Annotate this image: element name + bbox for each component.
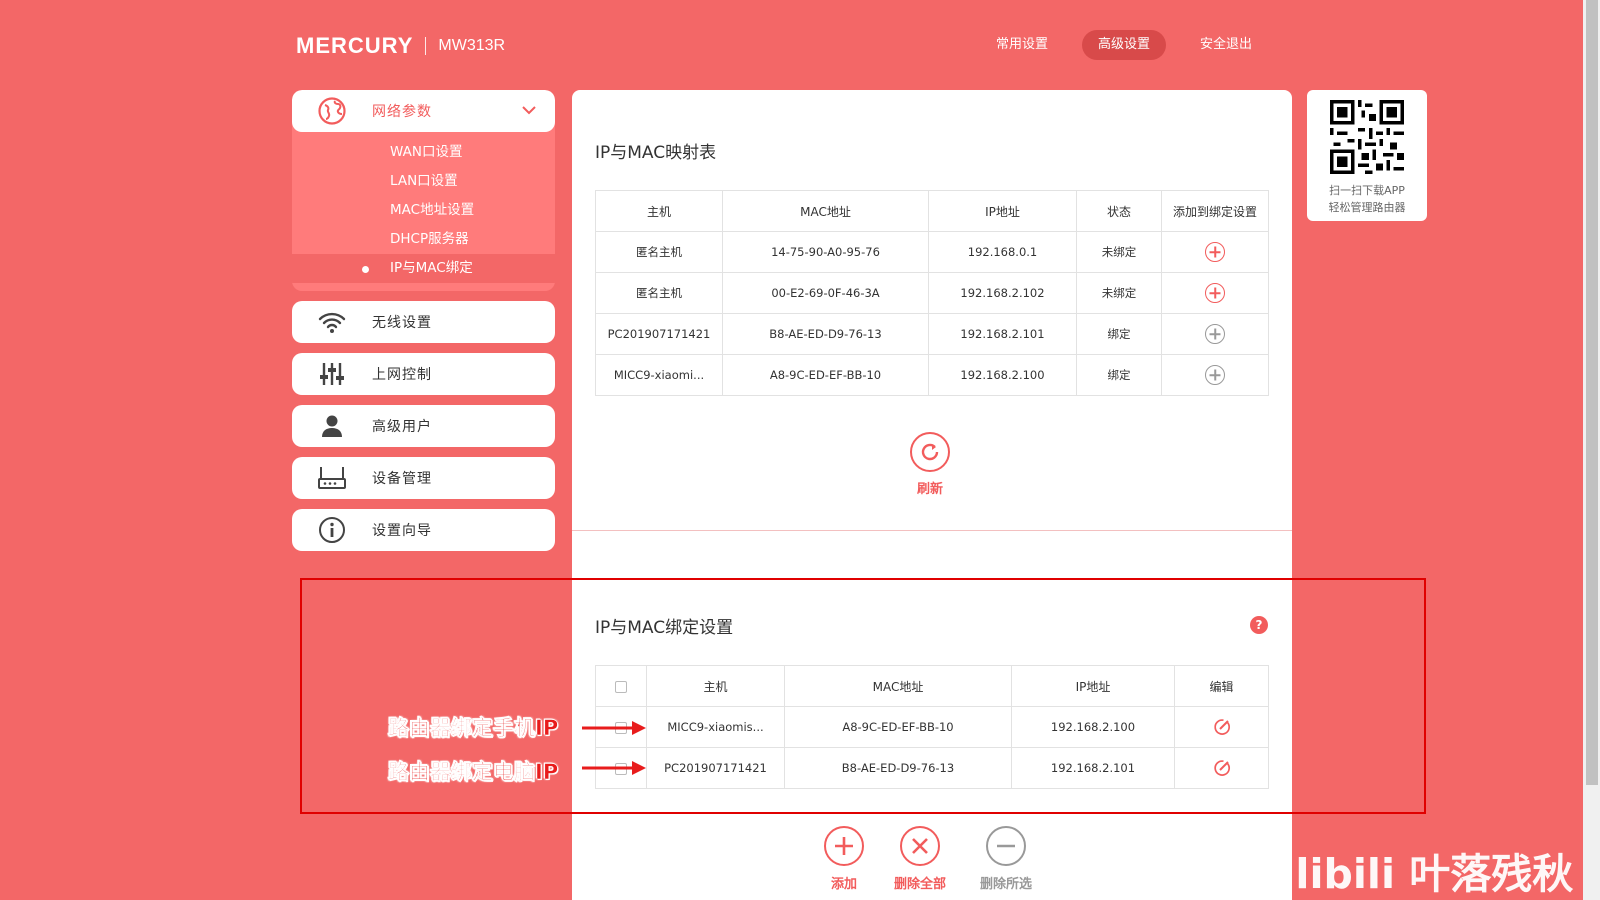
cell-status: 未绑定 <box>1076 231 1162 273</box>
info-icon <box>292 516 372 544</box>
cell-host: PC201907171421 <box>595 313 723 355</box>
active-dot-icon <box>362 266 369 273</box>
router-icon <box>292 465 372 491</box>
chevron-down-icon[interactable] <box>521 102 537 122</box>
sidebar-item-label: 无线设置 <box>372 315 432 331</box>
sidebar-item-mac[interactable]: MAC地址设置 <box>292 196 555 225</box>
user-icon <box>292 414 372 438</box>
refresh-label: 刷新 <box>916 482 943 497</box>
minus-icon <box>986 826 1026 866</box>
globe-icon <box>292 96 372 126</box>
submenu: WAN口设置 LAN口设置 MAC地址设置 DHCP服务器 IP与MAC绑定 <box>292 132 555 291</box>
sidebar-item-network-params[interactable]: 网络参数 <box>292 90 555 132</box>
scrollbar-thumb[interactable] <box>1586 0 1598 785</box>
cell-ip: 192.168.2.101 <box>928 313 1077 355</box>
cell-ip: 192.168.2.102 <box>928 272 1077 314</box>
section-divider <box>572 530 1292 531</box>
add-binding-icon[interactable] <box>1205 242 1225 262</box>
sidebar-item-label: 网络参数 <box>372 104 432 120</box>
sidebar-item-device-mgmt[interactable]: 设备管理 <box>292 457 555 499</box>
annotation-pc-label: 路由器绑定电脑IP <box>388 760 559 785</box>
sidebar-item-wan[interactable]: WAN口设置 <box>292 138 555 167</box>
annotation-phone-label: 路由器绑定手机IP <box>388 716 559 741</box>
sidebar-item-label: 设备管理 <box>372 471 432 487</box>
col-add-to-binding: 添加到绑定设置 <box>1161 190 1269 232</box>
brand-logo: MERCURY <box>296 33 414 58</box>
sidebar-item-label: IP与MAC绑定 <box>390 260 473 276</box>
nav-logout[interactable]: 安全退出 <box>1184 30 1268 60</box>
arrow-right-icon <box>582 761 646 775</box>
cell-mac: B8-AE-ED-D9-76-13 <box>722 313 929 355</box>
cell-status: 未绑定 <box>1076 272 1162 314</box>
close-icon <box>900 826 940 866</box>
refresh-button[interactable]: 刷新 <box>910 432 950 497</box>
table-row: 匿名主机 00-E2-69-0F-46-3A 192.168.2.102 未绑定 <box>595 272 1269 314</box>
sidebar-item-ip-mac-binding[interactable]: IP与MAC绑定 <box>292 254 555 283</box>
col-host: 主机 <box>595 190 723 232</box>
delete-all-button[interactable]: 删除全部 <box>894 826 946 892</box>
cell-ip: 192.168.0.1 <box>928 231 1077 273</box>
col-ip: IP地址 <box>928 190 1077 232</box>
sidebar-item-dhcp[interactable]: DHCP服务器 <box>292 225 555 254</box>
sidebar: 网络参数 WAN口设置 LAN口设置 MAC地址设置 DHCP服务器 IP与MA… <box>292 90 555 561</box>
brand: MERCURY MW313R <box>296 33 505 59</box>
top-nav: 常用设置 高级设置 安全退出 <box>980 30 1286 60</box>
model-name: MW313R <box>438 37 506 54</box>
sidebar-group-network: 网络参数 WAN口设置 LAN口设置 MAC地址设置 DHCP服务器 IP与MA… <box>292 90 555 291</box>
sidebar-item-setup-wizard[interactable]: 设置向导 <box>292 509 555 551</box>
cell-host: 匿名主机 <box>595 231 723 273</box>
cell-mac: A8-9C-ED-EF-BB-10 <box>722 354 929 396</box>
qr-code-icon <box>1330 100 1404 174</box>
sidebar-item-wireless[interactable]: 无线设置 <box>292 301 555 343</box>
add-binding-icon[interactable] <box>1205 283 1225 303</box>
arrow-right-icon <box>582 721 646 735</box>
table-row: 匿名主机 14-75-90-A0-95-76 192.168.0.1 未绑定 <box>595 231 1269 273</box>
qr-caption-line1: 扫一扫下载APP <box>1329 184 1405 197</box>
table-header-row: 主机 MAC地址 IP地址 状态 添加到绑定设置 <box>595 190 1269 232</box>
cell-ip: 192.168.2.100 <box>928 354 1077 396</box>
sidebar-item-access-control[interactable]: 上网控制 <box>292 353 555 395</box>
plus-icon <box>824 826 864 866</box>
sliders-icon <box>292 361 372 387</box>
qr-caption-line2: 轻松管理路由器 <box>1328 201 1406 214</box>
add-binding-disabled-icon <box>1205 365 1225 385</box>
sidebar-item-advanced-user[interactable]: 高级用户 <box>292 405 555 447</box>
watermark: bilibili 叶落残秋 <box>1252 850 1574 898</box>
vertical-scrollbar[interactable] <box>1583 0 1600 900</box>
delete-all-label: 删除全部 <box>894 877 947 892</box>
table-row: MICC9-xiaomi... A8-9C-ED-EF-BB-10 192.16… <box>595 354 1269 396</box>
cell-host: 匿名主机 <box>595 272 723 314</box>
app-download-card: 扫一扫下载APP 轻松管理路由器 <box>1307 90 1427 221</box>
cell-status: 绑定 <box>1076 354 1162 396</box>
cell-status: 绑定 <box>1076 313 1162 355</box>
nav-advanced-settings[interactable]: 高级设置 <box>1082 30 1167 60</box>
delete-selected-label: 删除所选 <box>980 877 1033 892</box>
sidebar-item-label: 设置向导 <box>372 523 432 539</box>
cell-host: MICC9-xiaomi... <box>595 354 723 396</box>
add-label: 添加 <box>830 877 857 892</box>
table-row: PC201907171421 B8-AE-ED-D9-76-13 192.168… <box>595 313 1269 355</box>
sidebar-item-label: 上网控制 <box>372 367 432 383</box>
cell-mac: 14-75-90-A0-95-76 <box>722 231 929 273</box>
wifi-icon <box>292 310 372 334</box>
col-status: 状态 <box>1076 190 1162 232</box>
nav-common-settings[interactable]: 常用设置 <box>980 30 1064 60</box>
col-mac: MAC地址 <box>722 190 929 232</box>
add-binding-disabled-icon <box>1205 324 1225 344</box>
sidebar-item-label: 高级用户 <box>372 419 432 435</box>
sidebar-item-lan[interactable]: LAN口设置 <box>292 167 555 196</box>
refresh-icon <box>910 432 950 472</box>
mapping-table: 主机 MAC地址 IP地址 状态 添加到绑定设置 匿名主机 14-75-90-A… <box>595 190 1269 396</box>
brand-separator <box>425 37 427 55</box>
delete-selected-button[interactable]: 删除所选 <box>980 826 1032 892</box>
cell-mac: 00-E2-69-0F-46-3A <box>722 272 929 314</box>
mapping-table-title: IP与MAC映射表 <box>595 143 717 163</box>
add-button[interactable]: 添加 <box>824 826 864 892</box>
